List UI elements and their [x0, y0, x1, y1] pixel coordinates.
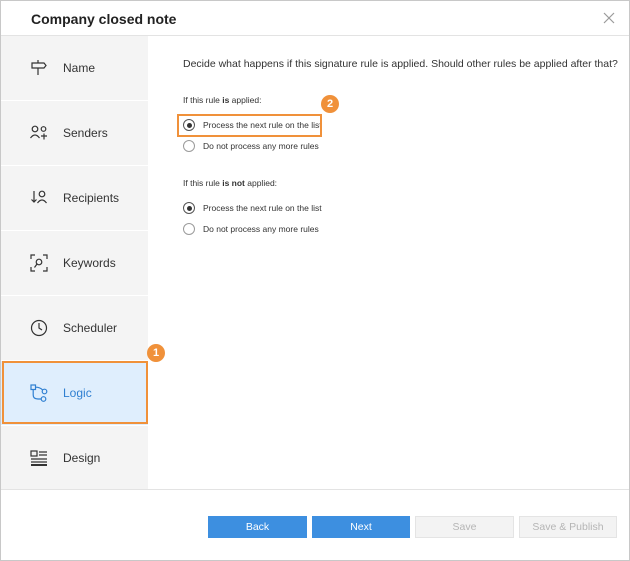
not-applied-stop-processing-radio[interactable]: Do not process any more rules — [183, 223, 323, 237]
keywords-icon — [30, 254, 48, 272]
next-button[interactable]: Next — [312, 516, 410, 538]
logic-description: Decide what happens if this signature ru… — [183, 58, 618, 70]
sidebar-item-keywords[interactable]: Keywords — [1, 231, 148, 296]
radio-unselected-indicator[interactable] — [183, 223, 195, 235]
radio-label: Do not process any more rules — [203, 141, 319, 151]
close-icon[interactable] — [601, 10, 617, 26]
signpost-icon — [31, 60, 47, 75]
sidebar-item-label: Design — [63, 451, 101, 465]
radio-label: Do not process any more rules — [203, 224, 319, 234]
design-icon — [30, 450, 47, 466]
sidebar-item-name[interactable]: Name — [1, 36, 148, 101]
sidebar-item-label: Name — [63, 61, 96, 75]
step-badge-2: 2 — [321, 95, 339, 113]
applied-stop-processing-radio[interactable]: Do not process any more rules — [183, 140, 323, 154]
radio-selected-indicator[interactable] — [183, 202, 195, 214]
radio-label: Process the next rule on the list — [203, 203, 322, 213]
sidebar-item-label: Scheduler — [63, 321, 118, 335]
sidebar-item-recipients[interactable]: Recipients — [1, 166, 148, 231]
not-applied-section-label: If this rule is not applied: — [183, 178, 278, 188]
dialog-footer: Back Next Save Save & Publish — [1, 489, 629, 560]
senders-icon — [30, 125, 47, 140]
sidebar-item-label: Senders — [63, 126, 108, 140]
dialog-header: Company closed note — [1, 1, 629, 36]
back-button[interactable]: Back — [208, 516, 307, 538]
applied-section-label: If this rule is applied: — [183, 95, 262, 105]
clock-icon — [30, 319, 48, 337]
dialog-title: Company closed note — [31, 11, 177, 27]
sidebar-item-senders[interactable]: Senders — [1, 101, 148, 166]
logic-panel: Decide what happens if this signature ru… — [148, 36, 629, 489]
logic-highlight-box — [2, 361, 148, 424]
sidebar-item-label: Keywords — [63, 256, 116, 270]
radio-unselected-indicator[interactable] — [183, 140, 195, 152]
recipients-icon — [31, 190, 47, 204]
not-applied-process-next-radio[interactable]: Process the next rule on the list — [183, 202, 323, 216]
sidebar-item-design[interactable]: Design — [1, 426, 148, 491]
save-publish-button[interactable]: Save & Publish — [519, 516, 617, 538]
sidebar-item-scheduler[interactable]: Scheduler — [1, 296, 148, 361]
rule-dialog: Company closed note Name Senders Recipie… — [0, 0, 630, 561]
option-highlight-box — [177, 114, 322, 137]
sidebar-item-label: Recipients — [63, 191, 120, 205]
save-button[interactable]: Save — [415, 516, 514, 538]
